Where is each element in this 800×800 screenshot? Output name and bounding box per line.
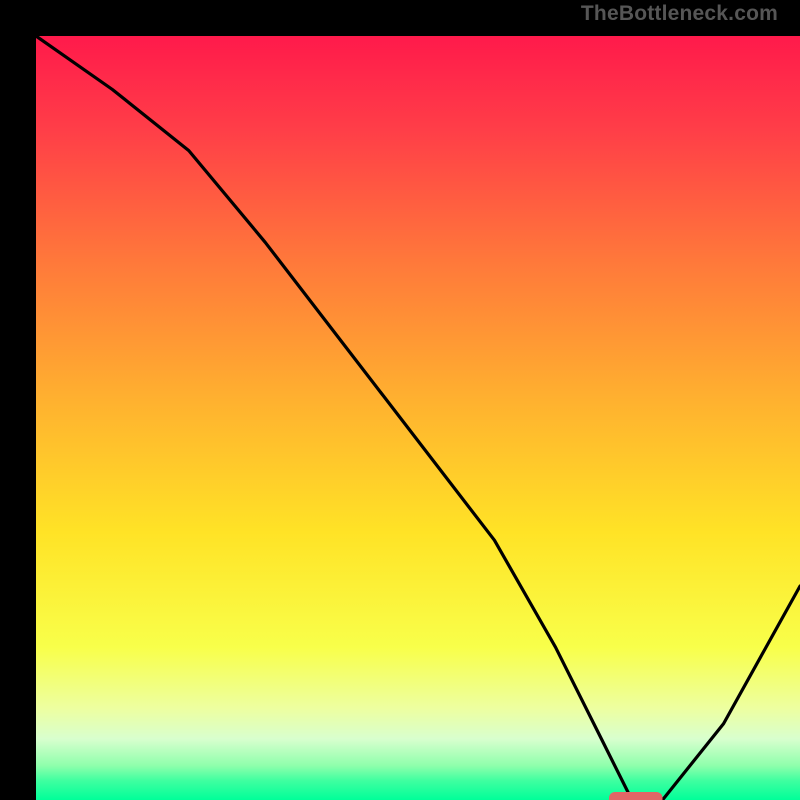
bottleneck-chart [36, 36, 800, 800]
chart-frame [0, 0, 800, 800]
watermark-text: TheBottleneck.com [581, 2, 778, 26]
optimal-marker [609, 792, 663, 800]
gradient-background [36, 36, 800, 800]
plot-area [36, 36, 800, 800]
